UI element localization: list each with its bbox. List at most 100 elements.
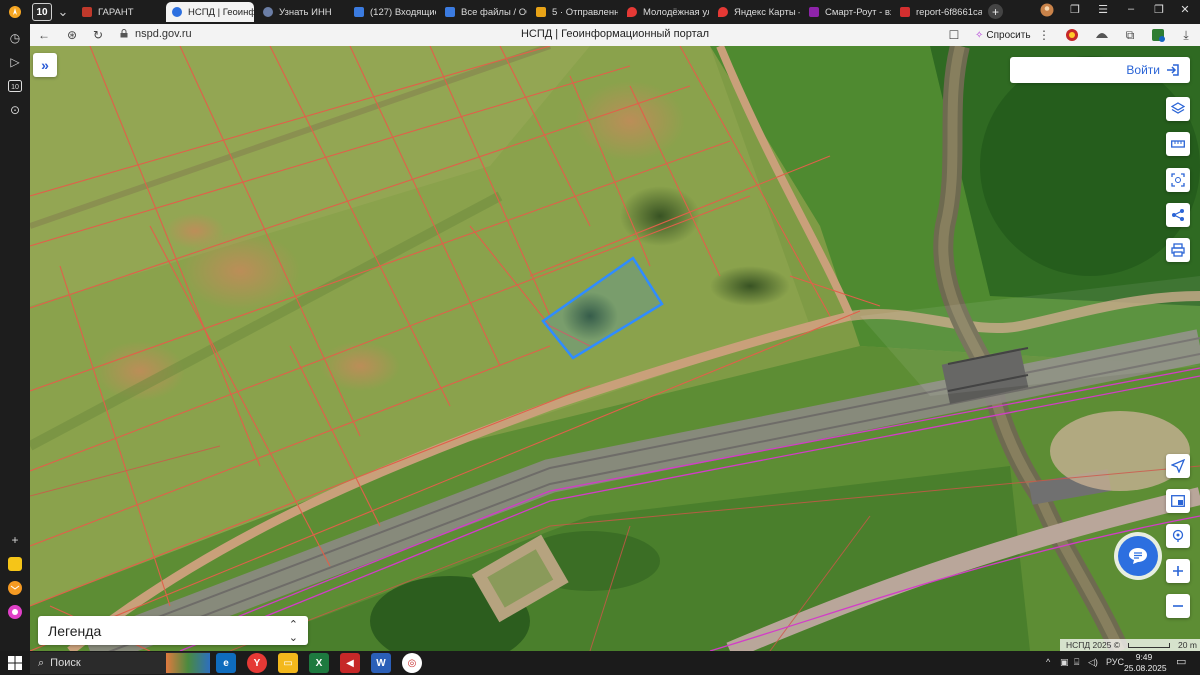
address-bar: ← ⊛ ↻ nspd.gov.ru НСПД | Геоинформационн… [30, 24, 1200, 47]
bookmark-icon[interactable]: ☐ [946, 27, 962, 43]
word-app-icon[interactable]: W [371, 653, 391, 673]
geolocation-button[interactable] [1166, 524, 1190, 548]
legend-dropdown[interactable]: Легенда ⌃ ⌄ [38, 616, 308, 645]
reload-icon[interactable]: ↻ [90, 27, 106, 43]
app-icon[interactable]: ◀ [340, 653, 360, 673]
tray-chevron-icon[interactable]: ^ [1046, 657, 1050, 667]
tab-nspd[interactable]: НСПД | Геоинф ✕ [166, 2, 254, 22]
map-pin-icon [627, 7, 637, 17]
notification-icon[interactable]: ▭ [1176, 655, 1186, 668]
globe-icon [263, 7, 273, 17]
download-icon[interactable]: ⤓ [1178, 27, 1194, 43]
network-icon[interactable]: ⌸ [1074, 657, 1079, 668]
tray-app-icon[interactable]: ▣ [1060, 657, 1069, 668]
language-indicator[interactable]: РУС [1106, 657, 1124, 667]
tab-label: Все файлы / Обл [461, 6, 527, 18]
windows-taskbar: ⌕ Поиск e Y ▭ X ◀ W ◎ ^ ▣ ⌸ ◁) РУС 9:49 … [0, 651, 1200, 675]
clock-date: 25.08.2025 [1124, 663, 1167, 673]
select-area-button[interactable] [1166, 168, 1190, 192]
circle-app-icon[interactable]: ◎ [402, 653, 422, 673]
minimize-icon[interactable]: – [1122, 3, 1140, 15]
tab-yandex-maps[interactable]: Яндекс Карты — [712, 2, 800, 22]
edge-app-icon[interactable]: e [216, 653, 236, 673]
lock-icon[interactable] [120, 29, 128, 38]
maximize-icon[interactable]: ❐ [1150, 3, 1168, 16]
tab-label: Яндекс Карты — [734, 6, 800, 18]
plus-icon [1173, 566, 1183, 576]
layers-icon [1171, 102, 1185, 114]
login-button[interactable]: Войти [1010, 57, 1190, 83]
tab-mail[interactable]: (127) Входящие [348, 2, 436, 22]
file-explorer-icon[interactable]: ▭ [278, 653, 298, 673]
tab-inn[interactable]: Узнать ИНН [257, 2, 345, 22]
browser-tab-strip: 10 ⌄ ГАРАНТ НСПД | Геоинф ✕ Узнать ИНН (… [0, 0, 1200, 24]
tab-report[interactable]: report-6f8661ca [894, 2, 982, 22]
tab-sent[interactable]: 5 · Отправленные [530, 2, 618, 22]
locate-button[interactable] [1166, 454, 1190, 478]
garant-favicon-icon [82, 7, 92, 17]
clock-time: 9:49 [1135, 652, 1153, 662]
print-icon [1171, 243, 1185, 257]
shield-icon[interactable]: ⊛ [64, 27, 80, 43]
mail-app-icon[interactable] [7, 580, 23, 596]
more-icon[interactable]: ⋮ [1036, 27, 1052, 43]
tab-label: ГАРАНТ [98, 6, 134, 18]
print-button[interactable] [1166, 238, 1190, 262]
map-view[interactable]: » Войти Легенда ⌃ ⌄ НСПД 2025 © 20 m [30, 46, 1200, 651]
excel-app-icon[interactable]: X [309, 653, 329, 673]
puzzle-icon[interactable]: ⧉ [1122, 27, 1138, 43]
route-icon [809, 7, 819, 17]
tab-label: Смарт-Роут - вход [825, 6, 891, 18]
hat-icon[interactable] [1094, 27, 1110, 43]
windows-start-icon[interactable] [8, 656, 22, 670]
tab-count-badge[interactable]: 10 [32, 3, 52, 21]
share-button[interactable] [1166, 203, 1190, 227]
ruler-button[interactable] [1166, 132, 1190, 156]
url-field[interactable]: nspd.gov.ru [135, 28, 192, 40]
chevron-down-icon[interactable]: ⌄ [54, 3, 72, 21]
chat-button[interactable] [1118, 536, 1158, 576]
map-pin-icon [718, 7, 728, 17]
collections-icon[interactable]: ❐ [1066, 3, 1084, 16]
select-area-icon [1171, 173, 1185, 187]
messenger-app-icon[interactable] [7, 604, 23, 620]
satellite-map[interactable] [30, 46, 1200, 651]
mail-icon [354, 7, 364, 17]
expand-panel-icon[interactable]: » [33, 53, 57, 77]
ask-button[interactable]: ✧ Спросить [975, 27, 1031, 43]
yandex-app-icon[interactable]: Y [247, 653, 267, 673]
close-window-icon[interactable]: ✕ [1176, 3, 1194, 16]
tab-label: 5 · Отправленные [552, 6, 618, 18]
new-tab-button[interactable]: + [988, 4, 1003, 19]
clock-icon[interactable]: ◷ [7, 30, 23, 46]
zoom-out-button[interactable] [1166, 594, 1190, 618]
navigation-arrow-icon [1171, 459, 1185, 473]
system-clock[interactable]: 9:49 25.08.2025 [1124, 652, 1167, 674]
tab-label: report-6f8661ca [916, 6, 982, 18]
tab-molodezhnaya[interactable]: Молодёжная ул. [621, 2, 709, 22]
play-icon[interactable]: ▷ [7, 54, 23, 70]
tab-smart-route[interactable]: Смарт-Роут - вход [803, 2, 891, 22]
expand-collapse-icon: ⌃ ⌄ [288, 618, 298, 644]
tabs-badge-icon[interactable]: 10 [7, 78, 23, 94]
browser-logo-icon[interactable] [6, 3, 24, 21]
scale-bar [1128, 642, 1171, 648]
camera-icon[interactable]: ⊙ [7, 102, 23, 118]
back-icon[interactable]: ← [36, 27, 52, 43]
menu-icon[interactable]: ☰ [1094, 3, 1112, 16]
minimap-button[interactable] [1166, 489, 1190, 513]
volume-icon[interactable]: ◁) [1088, 657, 1098, 668]
tab-files[interactable]: Все файлы / Обл [439, 2, 527, 22]
add-icon[interactable]: + [7, 532, 23, 548]
layers-button[interactable] [1166, 97, 1190, 121]
notes-app-icon[interactable] [7, 556, 23, 572]
tab-garant[interactable]: ГАРАНТ [76, 2, 164, 22]
minimap-icon [1171, 495, 1185, 507]
extension-icon[interactable] [1064, 27, 1080, 43]
profile-icon[interactable] [1038, 3, 1056, 20]
evernote-icon[interactable] [1150, 27, 1166, 43]
zoom-in-button[interactable] [1166, 559, 1190, 583]
taskbar-search[interactable]: ⌕ Поиск [30, 652, 210, 674]
pdf-icon [900, 7, 910, 17]
svg-text:10: 10 [11, 84, 19, 91]
